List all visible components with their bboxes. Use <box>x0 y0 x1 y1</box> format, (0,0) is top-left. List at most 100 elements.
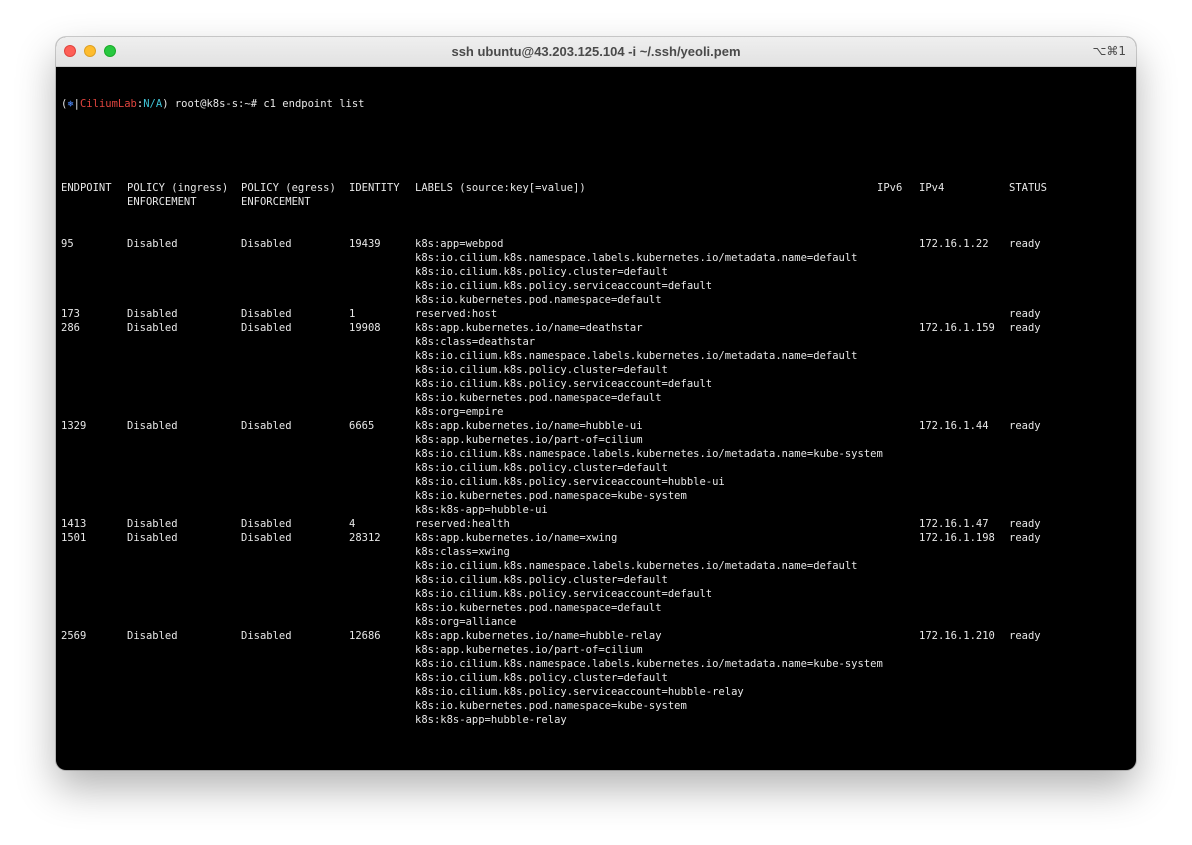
cell-ipv4: 172.16.1.210 <box>919 630 995 642</box>
cell-endpoint: 173 <box>61 308 80 320</box>
header-status: STATUS <box>1009 182 1047 194</box>
label-entry: k8s:io.cilium.k8s.namespace.labels.kuber… <box>415 448 883 460</box>
cell-policy-egress: Disabled <box>241 532 292 544</box>
label-entry: k8s:class=xwing <box>415 546 510 558</box>
label-entry: k8s:app.kubernetes.io/part-of=cilium <box>415 434 643 446</box>
table-row: 1329 Disabled Disabled 6665 172.16.1.44 ready… <box>61 419 1136 517</box>
header-policy-egress: POLICY (egress) ENFORCEMENT <box>241 182 336 208</box>
cell-status: ready <box>1009 518 1041 530</box>
label-entry: k8s:org=alliance <box>415 616 517 628</box>
label-entry: k8s:io.kubernetes.pod.namespace=kube-sys… <box>415 700 687 712</box>
command-line: (⎈|CiliumLab:N/A) root@k8s-s:~# c1 endpo… <box>61 97 1136 111</box>
cell-policy-egress: Disabled <box>241 518 292 530</box>
cell-policy-egress: Disabled <box>241 308 292 320</box>
label-entry: reserved:health <box>415 518 510 530</box>
cell-status: ready <box>1009 322 1041 334</box>
label-entry: reserved:host <box>415 308 498 320</box>
window-title: ssh ubuntu@43.203.125.104 -i ~/.ssh/yeol… <box>451 44 741 59</box>
cell-policy-egress: Disabled <box>241 322 292 334</box>
label-entry: k8s:io.kubernetes.pod.namespace=default <box>415 392 662 404</box>
header-identity: IDENTITY <box>349 182 400 194</box>
cell-status: ready <box>1009 420 1041 432</box>
cell-identity: 28312 <box>349 532 381 544</box>
cell-labels: reserved:health <box>415 517 510 531</box>
label-entry: k8s:io.cilium.k8s.policy.cluster=default <box>415 462 668 474</box>
label-entry: k8s:io.kubernetes.pod.namespace=default <box>415 294 662 306</box>
cell-status: ready <box>1009 308 1041 320</box>
cell-ipv4: 172.16.1.22 <box>919 238 989 250</box>
endpoint-table: ENDPOINT POLICY (ingress) ENFORCEMENT PO… <box>61 153 1136 755</box>
table-row: 2569 Disabled Disabled 12686 172.16.1.210 rea… <box>61 629 1136 727</box>
cell-policy-ingress: Disabled <box>127 420 178 432</box>
cell-endpoint: 286 <box>61 322 80 334</box>
cell-identity: 1 <box>349 308 356 320</box>
cell-identity: 6665 <box>349 420 375 432</box>
cell-policy-ingress: Disabled <box>127 630 178 642</box>
label-entry: k8s:app=webpod <box>415 238 504 250</box>
cell-policy-egress: Disabled <box>241 630 292 642</box>
label-entry: k8s:io.cilium.k8s.namespace.labels.kuber… <box>415 560 858 572</box>
prompt-user-host: ) root@k8s-s:~# <box>162 98 264 110</box>
cell-endpoint: 1501 <box>61 532 87 544</box>
table-row: 286 Disabled Disabled 19908 172.16.1.159 read… <box>61 321 1136 419</box>
table-row: 173 Disabled Disabled 1 ready reserved:host <box>61 307 1136 321</box>
cell-endpoint: 95 <box>61 238 74 250</box>
label-entry: k8s:app.kubernetes.io/part-of=cilium <box>415 644 643 656</box>
label-entry: k8s:io.cilium.k8s.policy.cluster=default <box>415 672 668 684</box>
cell-status: ready <box>1009 630 1041 642</box>
label-entry: k8s:io.cilium.k8s.policy.serviceaccount=… <box>415 588 713 600</box>
label-entry: k8s:io.kubernetes.pod.namespace=default <box>415 602 662 614</box>
label-entry: k8s:io.cilium.k8s.policy.serviceaccount=… <box>415 378 713 390</box>
label-entry: k8s:io.cilium.k8s.policy.cluster=default <box>415 266 668 278</box>
table-row: 95 Disabled Disabled 19439 172.16.1.22 ready k… <box>61 237 1136 307</box>
label-entry: k8s:io.cilium.k8s.policy.serviceaccount=… <box>415 280 713 292</box>
label-entry: k8s:k8s-app=hubble-ui <box>415 504 548 516</box>
command-text: c1 endpoint list <box>263 98 365 110</box>
cell-endpoint: 2569 <box>61 630 87 642</box>
cell-identity: 4 <box>349 518 356 530</box>
cell-policy-egress: Disabled <box>241 420 292 432</box>
label-entry: k8s:app.kubernetes.io/name=deathstar <box>415 322 643 334</box>
cell-identity: 12686 <box>349 630 381 642</box>
label-entry: k8s:io.cilium.k8s.namespace.labels.kuber… <box>415 252 858 264</box>
label-entry: k8s:app.kubernetes.io/name=hubble-ui <box>415 420 643 432</box>
cell-labels: k8s:app=webpod k8s:io.cilium.k8s.namespac… <box>415 237 858 307</box>
header-ipv4: IPv4 <box>919 182 945 194</box>
label-entry: k8s:io.kubernetes.pod.namespace=kube-sys… <box>415 490 687 502</box>
terminal-content[interactable]: (⎈|CiliumLab:N/A) root@k8s-s:~# c1 endpo… <box>61 69 1136 770</box>
window-shortcut: ⌥⌘1 <box>1092 44 1126 58</box>
label-entry: k8s:org=empire <box>415 406 504 418</box>
cell-policy-ingress: Disabled <box>127 308 178 320</box>
label-entry: k8s:app.kubernetes.io/name=xwing <box>415 532 618 544</box>
prompt-context: CiliumLab <box>79 98 137 110</box>
table-row: 1413 Disabled Disabled 4 172.16.1.47 ready res… <box>61 517 1136 531</box>
cell-labels: k8s:app.kubernetes.io/name=hubble-relay k… <box>415 629 883 727</box>
header-endpoint: ENDPOINT <box>61 182 112 194</box>
cell-status: ready <box>1009 532 1041 544</box>
label-entry: k8s:app.kubernetes.io/name=hubble-relay <box>415 630 662 642</box>
cell-ipv4: 172.16.1.47 <box>919 518 989 530</box>
cell-endpoint: 1329 <box>61 420 87 432</box>
table-row: 1501 Disabled Disabled 28312 172.16.1.198 rea… <box>61 531 1136 629</box>
title-bar: ssh ubuntu@43.203.125.104 -i ~/.ssh/yeol… <box>56 37 1136 67</box>
header-ipv6: IPv6 <box>877 182 903 194</box>
cell-ipv4: 172.16.1.198 <box>919 532 995 544</box>
terminal-window: ssh ubuntu@43.203.125.104 -i ~/.ssh/yeol… <box>56 37 1136 770</box>
cell-endpoint: 1413 <box>61 518 87 530</box>
label-entry: k8s:class=deathstar <box>415 336 536 348</box>
cell-identity: 19908 <box>349 322 381 334</box>
cell-labels: k8s:app.kubernetes.io/name=hubble-ui k8s:… <box>415 419 883 517</box>
cell-policy-egress: Disabled <box>241 238 292 250</box>
label-entry: k8s:k8s-app=hubble-relay <box>415 714 567 726</box>
cell-ipv4: 172.16.1.159 <box>919 322 995 334</box>
label-entry: k8s:io.cilium.k8s.policy.cluster=default <box>415 364 668 376</box>
label-entry: k8s:io.cilium.k8s.policy.serviceaccount=… <box>415 686 744 698</box>
prompt-namespace: N/A <box>143 98 163 110</box>
label-entry: k8s:io.cilium.k8s.namespace.labels.kuber… <box>415 658 883 670</box>
cell-ipv4: 172.16.1.44 <box>919 420 989 432</box>
cell-labels: k8s:app.kubernetes.io/name=deathstar k8s:… <box>415 321 858 419</box>
cell-policy-ingress: Disabled <box>127 322 178 334</box>
cell-policy-ingress: Disabled <box>127 518 178 530</box>
label-entry: k8s:io.cilium.k8s.policy.serviceaccount=… <box>415 476 725 488</box>
cell-status: ready <box>1009 238 1041 250</box>
